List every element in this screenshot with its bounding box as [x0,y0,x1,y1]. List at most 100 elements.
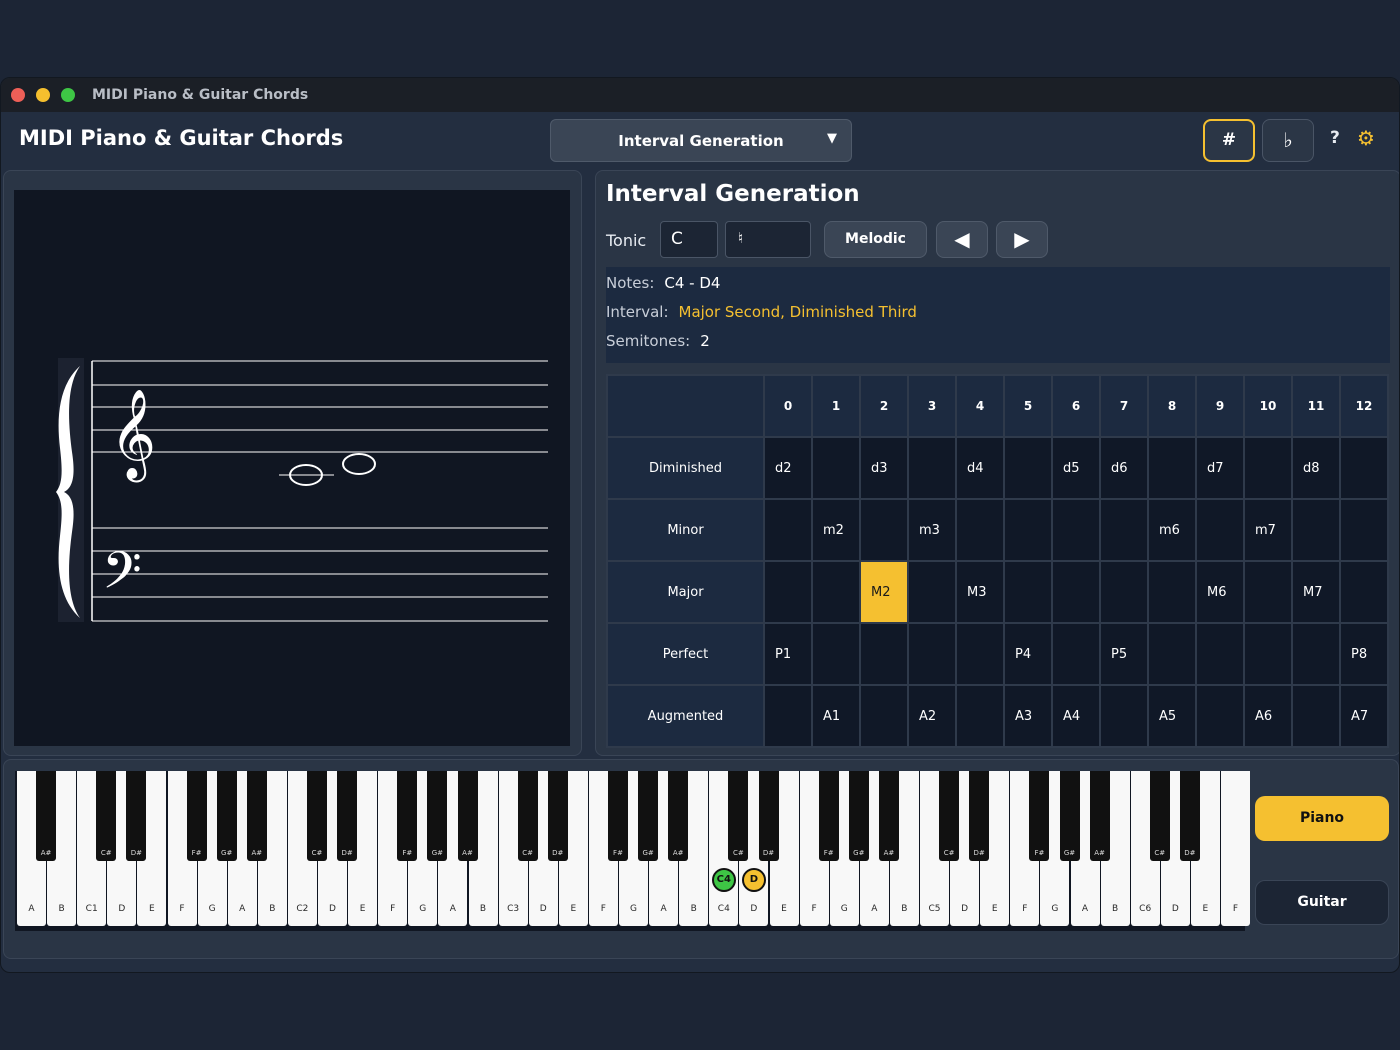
interval-cell[interactable] [1339,436,1389,500]
interval-cell[interactable]: A1 [811,684,861,748]
interval-cell[interactable] [1291,684,1341,748]
interval-cell[interactable] [1099,684,1149,748]
white-key[interactable]: F [1221,771,1250,926]
interval-cell[interactable] [811,622,861,686]
interval-cell[interactable] [1003,560,1053,624]
black-key[interactable]: F# [1029,771,1050,861]
black-key[interactable]: A# [878,771,899,861]
interval-cell[interactable] [955,684,1005,748]
black-key[interactable]: C# [96,771,117,861]
black-key[interactable]: F# [608,771,628,861]
gear-icon[interactable]: ⚙ [1357,126,1375,150]
interval-cell[interactable] [1147,560,1197,624]
interval-cell[interactable]: M6 [1195,560,1245,624]
interval-cell[interactable] [1243,436,1293,500]
black-key[interactable]: A# [36,771,57,861]
black-key[interactable]: D# [126,771,147,861]
black-key[interactable]: G# [638,771,659,861]
interval-cell[interactable]: P8 [1339,622,1389,686]
interval-cell[interactable] [955,622,1005,686]
interval-cell[interactable] [1099,560,1149,624]
black-key[interactable]: C# [728,771,749,861]
interval-cell[interactable] [1339,560,1389,624]
interval-cell[interactable] [907,622,957,686]
interval-cell[interactable] [811,560,861,624]
interval-cell[interactable]: A6 [1243,684,1293,748]
interval-cell[interactable] [1291,498,1341,562]
sharp-toggle-button[interactable]: # [1203,119,1255,162]
close-window-button[interactable] [11,88,25,102]
interval-cell[interactable] [1003,436,1053,500]
interval-cell[interactable]: m2 [811,498,861,562]
interval-cell[interactable] [859,498,909,562]
maximize-window-button[interactable] [61,88,75,102]
black-key[interactable]: F# [397,771,418,861]
interval-cell[interactable]: M2 [859,560,909,624]
black-key[interactable]: D# [969,771,990,861]
interval-cell[interactable]: d4 [955,436,1005,500]
mode-select[interactable]: Interval Generation ▼ [550,119,852,162]
interval-cell[interactable] [1243,622,1293,686]
help-icon[interactable]: ? [1330,128,1340,148]
black-key[interactable]: G# [216,771,237,861]
black-key[interactable]: F# [186,771,207,861]
black-key[interactable]: G# [1059,771,1080,861]
interval-cell[interactable] [1195,684,1245,748]
interval-cell[interactable] [1003,498,1053,562]
black-key[interactable]: D# [1179,771,1200,861]
interval-cell[interactable]: d5 [1051,436,1101,500]
black-key[interactable]: A# [668,771,689,861]
interval-cell[interactable] [1243,560,1293,624]
interval-cell[interactable]: M7 [1291,560,1341,624]
interval-cell[interactable] [859,684,909,748]
interval-cell[interactable]: d2 [763,436,813,500]
interval-cell[interactable]: A2 [907,684,957,748]
interval-cell[interactable]: d8 [1291,436,1341,500]
interval-cell[interactable] [1195,622,1245,686]
interval-cell[interactable]: m3 [907,498,957,562]
black-key[interactable]: G# [848,771,869,861]
interval-cell[interactable] [1339,498,1389,562]
black-key[interactable]: A# [246,771,267,861]
interval-cell[interactable] [811,436,861,500]
minimize-window-button[interactable] [36,88,50,102]
black-key[interactable]: A# [1089,771,1110,861]
interval-cell[interactable]: m6 [1147,498,1197,562]
interval-cell[interactable] [1195,498,1245,562]
interval-cell[interactable]: A4 [1051,684,1101,748]
interval-cell[interactable] [907,560,957,624]
interval-cell[interactable] [1147,436,1197,500]
next-interval-button[interactable]: ▶ [996,221,1048,258]
interval-cell[interactable] [1291,622,1341,686]
interval-cell[interactable] [1147,622,1197,686]
black-key[interactable]: D# [337,771,358,861]
black-key[interactable]: D# [758,771,779,861]
black-key[interactable]: F# [818,771,839,861]
previous-interval-button[interactable]: ◀ [936,221,988,258]
interval-cell[interactable] [763,684,813,748]
interval-cell[interactable] [1099,498,1149,562]
black-key[interactable]: C# [939,771,960,861]
guitar-mode-button[interactable]: Guitar [1255,880,1389,925]
piano-mode-button[interactable]: Piano [1255,796,1389,841]
interval-cell[interactable]: d7 [1195,436,1245,500]
tonic-input[interactable]: C [660,221,718,258]
interval-cell[interactable]: P1 [763,622,813,686]
interval-cell[interactable] [907,436,957,500]
interval-cell[interactable]: A5 [1147,684,1197,748]
black-key[interactable]: C# [517,771,538,861]
interval-cell[interactable] [763,560,813,624]
accidental-input[interactable]: ♮ [725,221,811,258]
black-key[interactable]: G# [427,771,448,861]
interval-cell[interactable]: A7 [1339,684,1389,748]
melodic-toggle-button[interactable]: Melodic [824,221,927,258]
interval-cell[interactable]: m7 [1243,498,1293,562]
interval-cell[interactable] [1051,622,1101,686]
interval-cell[interactable] [1051,498,1101,562]
interval-cell[interactable]: P5 [1099,622,1149,686]
interval-cell[interactable]: d3 [859,436,909,500]
interval-cell[interactable]: M3 [955,560,1005,624]
interval-cell[interactable]: A3 [1003,684,1053,748]
interval-cell[interactable] [859,622,909,686]
interval-cell[interactable] [955,498,1005,562]
